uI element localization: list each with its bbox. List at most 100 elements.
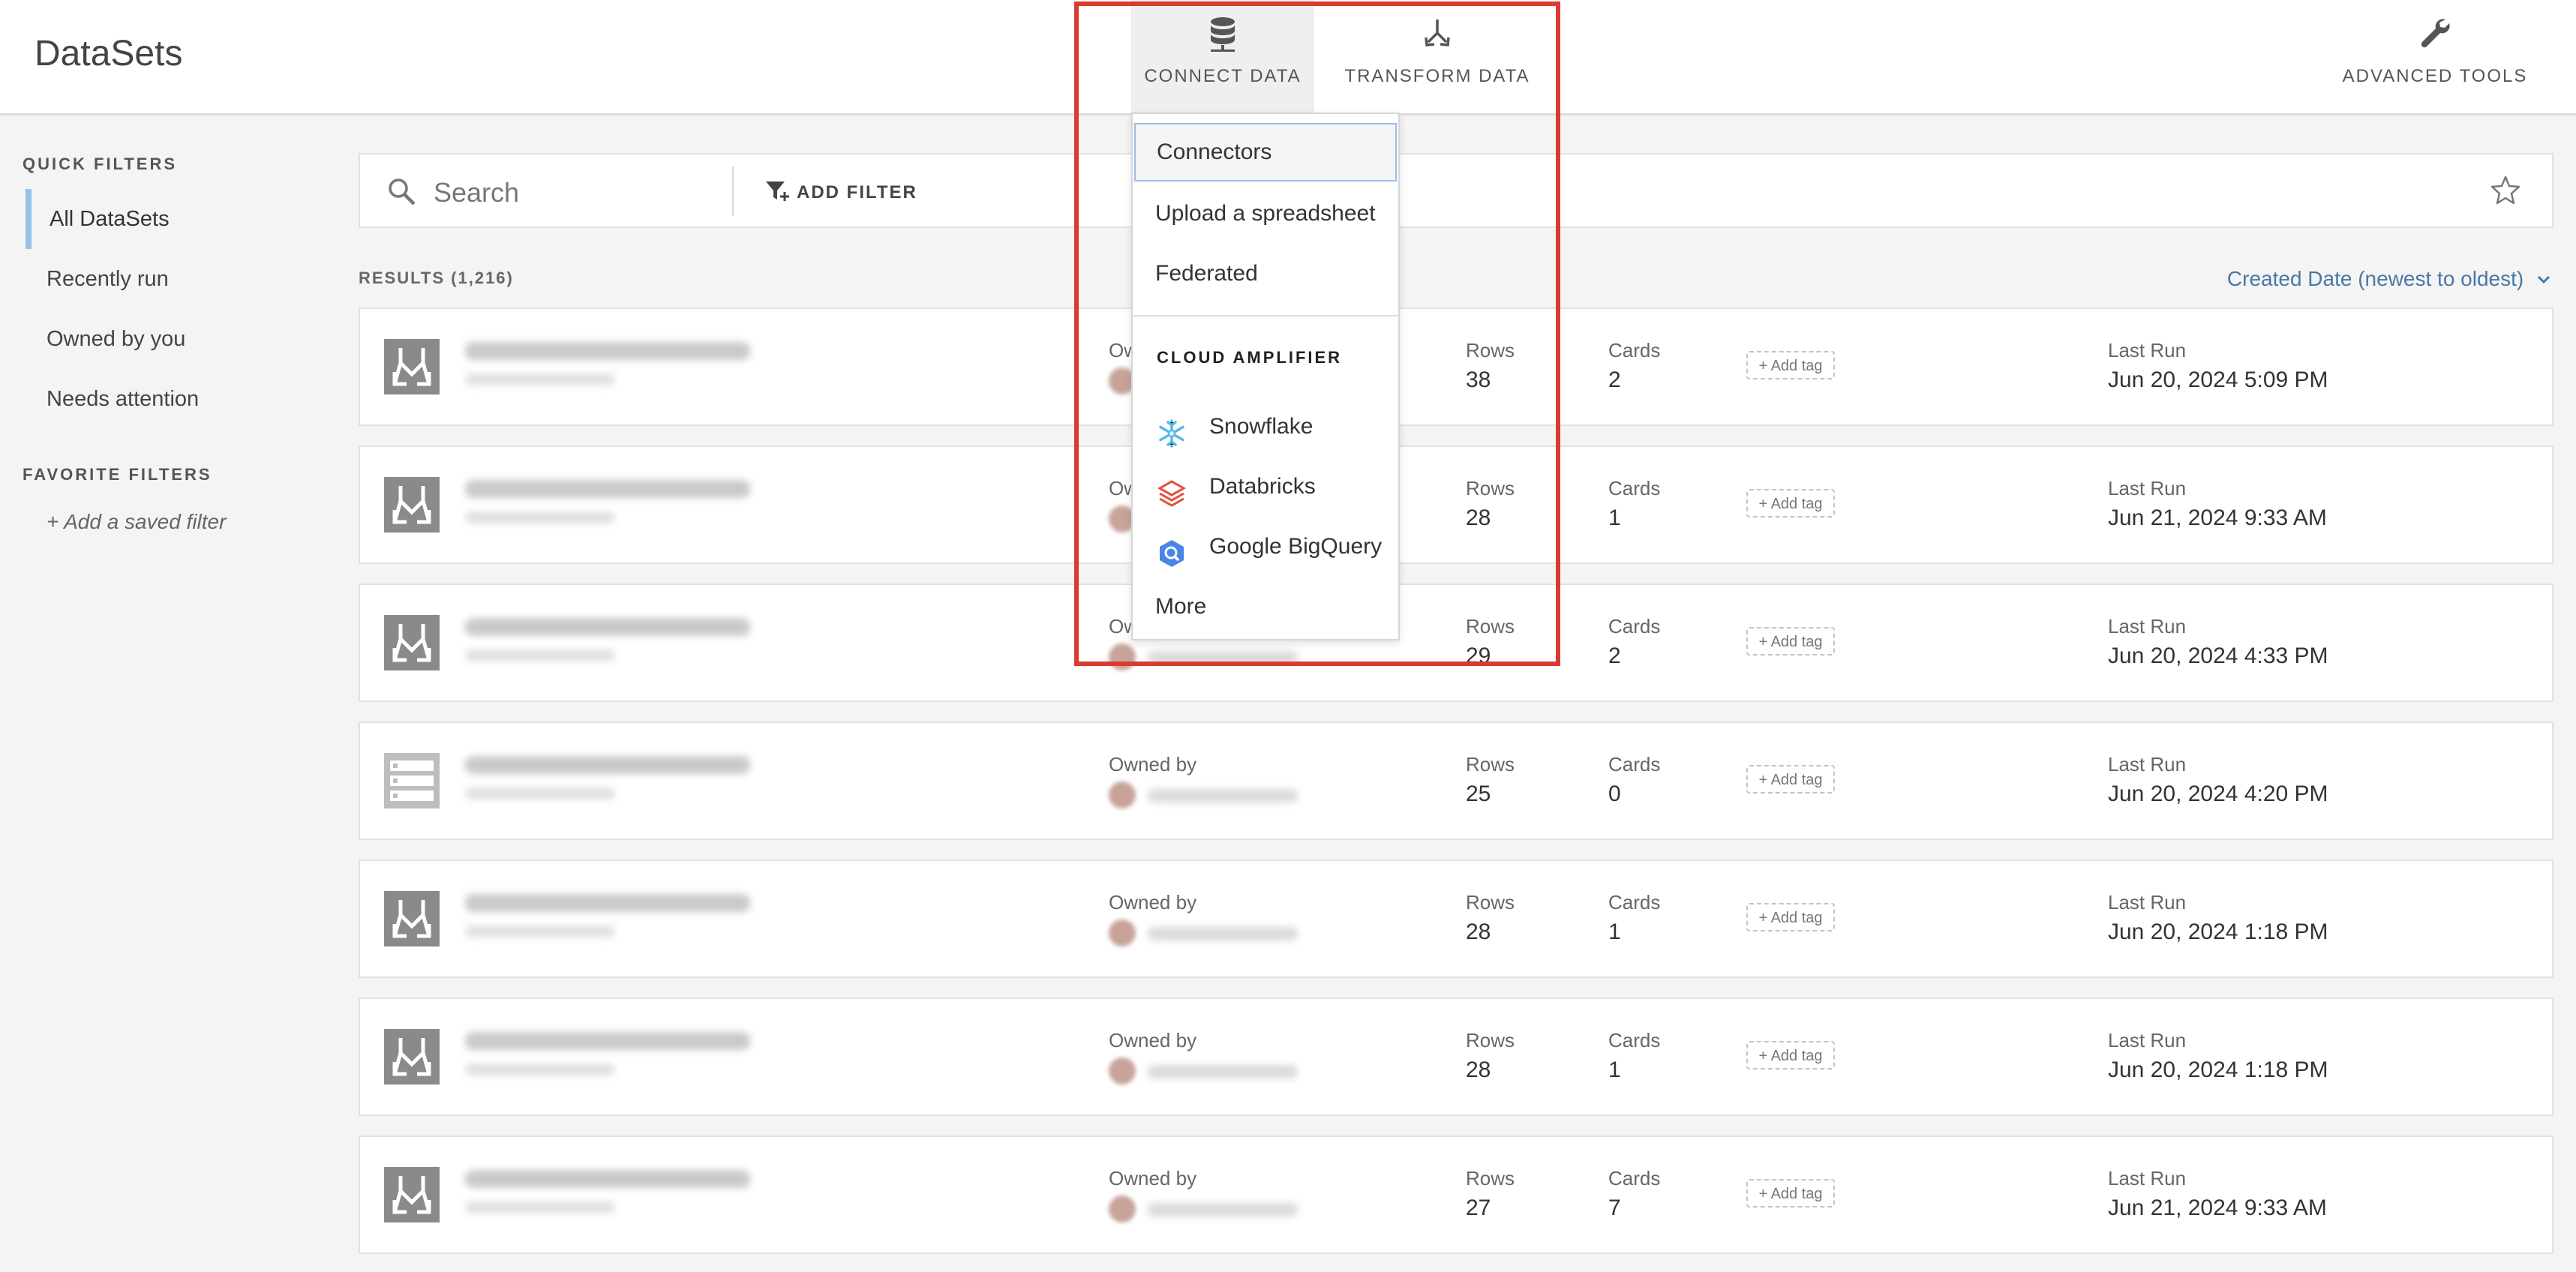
sort-label: Created Date (newest to oldest) — [2226, 267, 2524, 290]
dataset-row[interactable]: Owned by Rows 27 Cards 7 + Add tag Last … — [359, 1136, 2553, 1254]
sidebar-item-all-datasets[interactable]: All DataSets — [26, 189, 296, 249]
google-bigquery-label: Google BigQuery — [1209, 534, 1383, 559]
dataflow-icon — [384, 339, 440, 394]
menu-divider — [1133, 315, 1398, 316]
snowflake-icon — [1157, 412, 1187, 448]
last-run-value: Jun 20, 2024 1:18 PM — [2108, 1058, 2328, 1082]
dataset-name-redacted — [465, 618, 750, 636]
add-tag-button[interactable]: + Add tag — [1746, 765, 1835, 794]
connect-data-menu: Connectors Upload a spreadsheet Federate… — [1131, 112, 1400, 640]
page-title: DataSets — [35, 34, 183, 74]
dataset-row[interactable]: Owned by Rows 28 Cards 1 + Add tag Last … — [359, 446, 2553, 564]
owner-avatar — [1109, 782, 1136, 808]
dataset-subtitle-redacted — [465, 1064, 615, 1076]
dataset-subtitle-redacted — [465, 926, 615, 938]
owner-avatar — [1109, 920, 1136, 946]
dataflow-icon — [384, 891, 440, 946]
rows-value: 27 — [1466, 1196, 1491, 1220]
dataset-row[interactable]: Owned by Rows 28 Cards 1 + Add tag Last … — [359, 998, 2553, 1116]
dataset-row[interactable]: Owned by Rows 29 Cards 2 + Add tag Last … — [359, 584, 2553, 702]
owner-avatar — [1109, 644, 1136, 670]
cards-label: Cards — [1608, 891, 1661, 914]
last-run-label: Last Run — [2108, 339, 2187, 362]
cards-value: 2 — [1608, 368, 1621, 392]
rows-label: Rows — [1466, 477, 1515, 500]
menu-item-connectors[interactable]: Connectors — [1134, 123, 1397, 182]
filter-plus-icon — [766, 182, 789, 201]
menu-item-google-bigquery[interactable]: Google BigQuery — [1133, 518, 1398, 576]
owner-name-redacted — [1148, 1203, 1298, 1216]
add-tag-button[interactable]: + Add tag — [1746, 351, 1835, 380]
dataset-row[interactable]: Owned by Rows 28 Cards 1 + Add tag Last … — [359, 860, 2553, 978]
dataset-name-redacted — [465, 1170, 750, 1188]
cards-value: 7 — [1608, 1196, 1621, 1220]
snowflake-label: Snowflake — [1209, 414, 1314, 439]
dataset-row[interactable]: Owned by Rows 25 Cards 0 + Add tag Last … — [359, 722, 2553, 840]
sort-dropdown[interactable]: Created Date (newest to oldest) — [2227, 267, 2550, 291]
add-tag-button[interactable]: + Add tag — [1746, 627, 1835, 656]
dataset-subtitle-redacted — [465, 374, 615, 386]
add-tag-button[interactable]: + Add tag — [1746, 903, 1835, 932]
cards-label: Cards — [1608, 477, 1661, 500]
owner-name-redacted — [1148, 651, 1298, 664]
bigquery-icon — [1157, 532, 1187, 567]
dataset-name-redacted — [465, 894, 750, 912]
dataset-name-redacted — [465, 342, 750, 360]
dataset-subtitle-redacted — [465, 788, 615, 800]
add-filter-label: ADD FILTER — [797, 182, 917, 202]
tab-connect-data[interactable]: CONNECT DATA — [1131, 0, 1314, 113]
merge-arrows-icon — [1343, 16, 1532, 54]
last-run-label: Last Run — [2108, 477, 2187, 500]
last-run-value: Jun 20, 2024 4:33 PM — [2108, 644, 2328, 668]
last-run-value: Jun 21, 2024 9:33 AM — [2108, 1196, 2327, 1220]
dataset-name-redacted — [465, 1032, 750, 1050]
dataset-subtitle-redacted — [465, 1202, 615, 1214]
last-run-label: Last Run — [2108, 615, 2187, 638]
rows-label: Rows — [1466, 339, 1515, 362]
last-run-label: Last Run — [2108, 891, 2187, 914]
dataflow-icon — [384, 615, 440, 670]
sidebar-item-owned-by-you[interactable]: Owned by you — [26, 309, 296, 369]
rows-value: 28 — [1466, 920, 1491, 944]
tab-connect-data-label: CONNECT DATA — [1144, 66, 1302, 86]
quick-filters-heading: QUICK FILTERS — [23, 154, 178, 173]
databricks-icon — [1157, 472, 1187, 507]
menu-item-upload-spreadsheet[interactable]: Upload a spreadsheet — [1133, 184, 1398, 243]
search-input[interactable] — [432, 172, 690, 213]
dataflow-icon — [384, 1029, 440, 1084]
add-saved-filter-link[interactable]: + Add a saved filter — [47, 510, 226, 534]
chevron-down-icon — [2537, 275, 2550, 284]
cards-label: Cards — [1608, 1167, 1661, 1190]
owned-by-label: Owned by — [1109, 891, 1197, 914]
add-tag-button[interactable]: + Add tag — [1746, 1179, 1835, 1208]
cards-value: 1 — [1608, 506, 1621, 530]
tab-transform-data[interactable]: TRANSFORM DATA — [1343, 0, 1532, 113]
menu-item-snowflake[interactable]: Snowflake — [1133, 398, 1398, 456]
add-tag-button[interactable]: + Add tag — [1746, 1041, 1835, 1070]
sidebar-item-recently-run[interactable]: Recently run — [26, 249, 296, 309]
tab-advanced-tools[interactable]: ADVANCED TOOLS — [2330, 0, 2540, 113]
dataflow-icon — [384, 1167, 440, 1222]
cards-label: Cards — [1608, 753, 1661, 776]
star-icon[interactable] — [2489, 174, 2522, 211]
menu-item-federated[interactable]: Federated — [1133, 244, 1398, 303]
menu-item-databricks[interactable]: Databricks — [1133, 458, 1398, 516]
owner-avatar — [1109, 1058, 1136, 1084]
cloud-amplifier-heading: CLOUD AMPLIFIER — [1157, 348, 1343, 367]
search-icon — [387, 177, 417, 211]
sidebar-item-needs-attention[interactable]: Needs attention — [26, 369, 296, 429]
owned-by-label: Owned by — [1109, 753, 1197, 776]
add-filter-button[interactable]: ADD FILTER — [765, 180, 917, 203]
owned-by-label: Owned by — [1109, 1167, 1197, 1190]
owner-avatar — [1109, 1196, 1136, 1222]
add-tag-button[interactable]: + Add tag — [1746, 489, 1835, 518]
menu-item-more[interactable]: More — [1133, 578, 1398, 636]
database-icon — [1131, 16, 1314, 54]
dataset-row[interactable]: Owned by Rows 38 Cards 2 + Add tag Last … — [359, 308, 2553, 426]
last-run-value: Jun 20, 2024 1:18 PM — [2108, 920, 2328, 944]
tab-advanced-tools-label: ADVANCED TOOLS — [2342, 66, 2528, 86]
owner-name-redacted — [1148, 1065, 1298, 1078]
search-divider — [732, 166, 734, 216]
dataset-table-icon — [384, 753, 440, 808]
owner-name-redacted — [1148, 927, 1298, 940]
